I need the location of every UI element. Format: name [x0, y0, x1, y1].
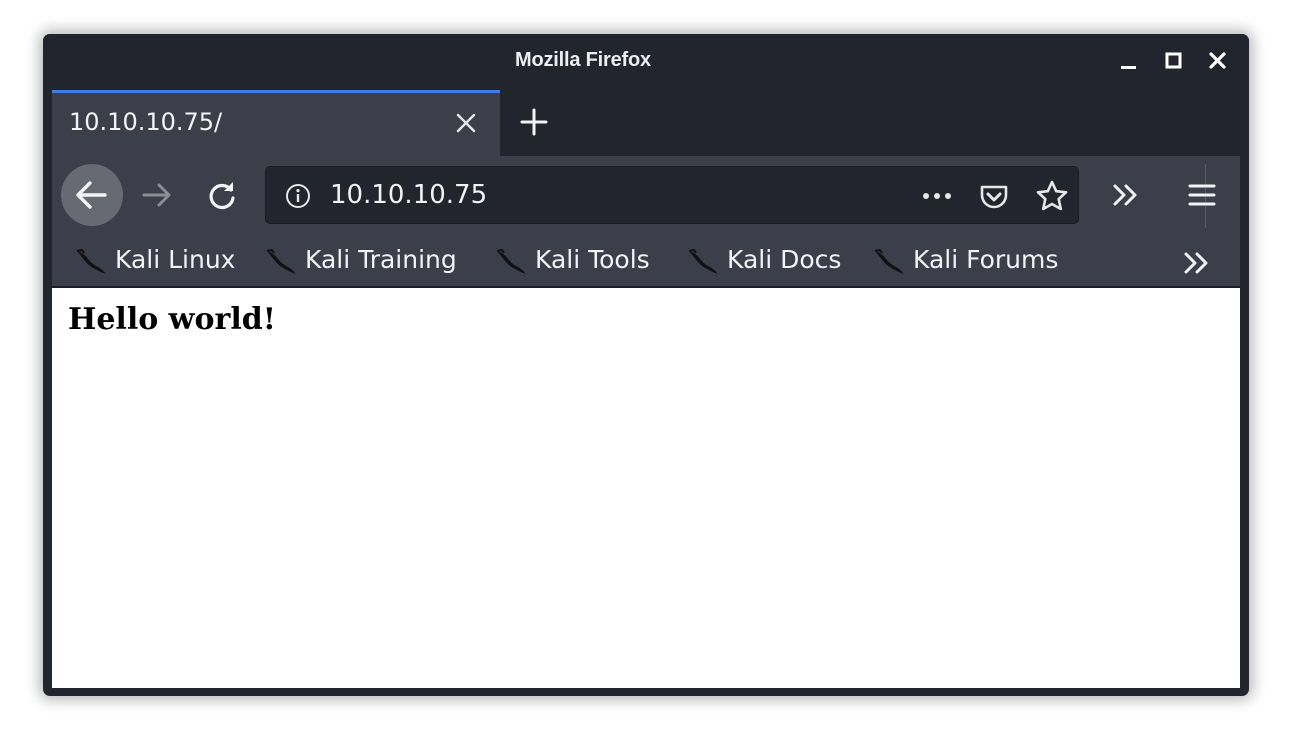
bookmark-star-button[interactable]	[1034, 178, 1070, 214]
bookmark-label: Kali Training	[305, 245, 457, 274]
arrow-right-icon	[142, 183, 171, 207]
navigation-toolbar: 10.10.10.75	[52, 156, 1240, 236]
tab-active-indicator	[52, 90, 500, 93]
kali-dragon-icon	[496, 248, 526, 274]
menu-button[interactable]	[1185, 178, 1219, 212]
star-icon	[1036, 180, 1068, 211]
reload-icon	[209, 182, 235, 210]
bookmark-label: Kali Tools	[535, 245, 650, 274]
page-actions-button[interactable]	[920, 179, 954, 213]
close-icon	[456, 113, 476, 133]
tab-title: 10.10.10.75/	[69, 108, 223, 136]
page-heading: Hello world!	[68, 302, 276, 337]
kali-dragon-icon	[266, 248, 296, 274]
minimize-icon	[1121, 66, 1136, 69]
bookmarks-toolbar: Kali Linux Kali Training Kali Tools Kali…	[52, 236, 1240, 286]
kali-dragon-icon	[874, 248, 904, 274]
maximize-button[interactable]	[1161, 48, 1187, 74]
pocket-icon	[980, 185, 1008, 209]
pocket-button[interactable]	[977, 179, 1011, 213]
ellipsis-icon	[923, 193, 951, 199]
toolbar-overflow-button[interactable]	[1109, 178, 1143, 212]
title-bar: Mozilla Firefox	[43, 34, 1249, 90]
plus-icon	[520, 108, 548, 136]
kali-dragon-icon	[76, 248, 106, 274]
tab-active[interactable]: 10.10.10.75/	[52, 90, 500, 156]
double-chevron-icon	[1184, 252, 1208, 274]
forward-button[interactable]	[140, 178, 174, 212]
reload-button[interactable]	[205, 178, 239, 212]
kali-dragon-icon	[688, 248, 718, 274]
back-button[interactable]	[61, 164, 123, 226]
bookmark-label: Kali Linux	[115, 245, 236, 274]
bookmark-label: Kali Forums	[913, 245, 1059, 274]
url-bar[interactable]: 10.10.10.75	[265, 166, 1079, 224]
new-tab-button[interactable]	[519, 107, 549, 137]
page-content: Hello world!	[52, 288, 1240, 688]
browser-window: Mozilla Firefox 10.10.10.75/ 10.10.10.75…	[43, 34, 1249, 696]
maximize-icon	[1165, 52, 1182, 69]
arrow-left-icon	[76, 181, 107, 209]
bookmark-label: Kali Docs	[727, 245, 842, 274]
tab-close-button[interactable]	[454, 111, 478, 135]
info-icon	[286, 184, 310, 208]
tab-strip: 10.10.10.75/	[43, 90, 1249, 156]
close-icon	[1209, 52, 1226, 69]
minimize-button[interactable]	[1117, 48, 1143, 74]
bookmarks-overflow-button[interactable]	[1180, 246, 1214, 280]
site-info-button[interactable]	[284, 182, 312, 210]
double-chevron-icon	[1113, 184, 1137, 206]
close-window-button[interactable]	[1205, 48, 1231, 74]
window-title: Mozilla Firefox	[515, 49, 651, 71]
hamburger-icon	[1188, 184, 1216, 206]
url-input[interactable]: 10.10.10.75	[330, 180, 487, 210]
